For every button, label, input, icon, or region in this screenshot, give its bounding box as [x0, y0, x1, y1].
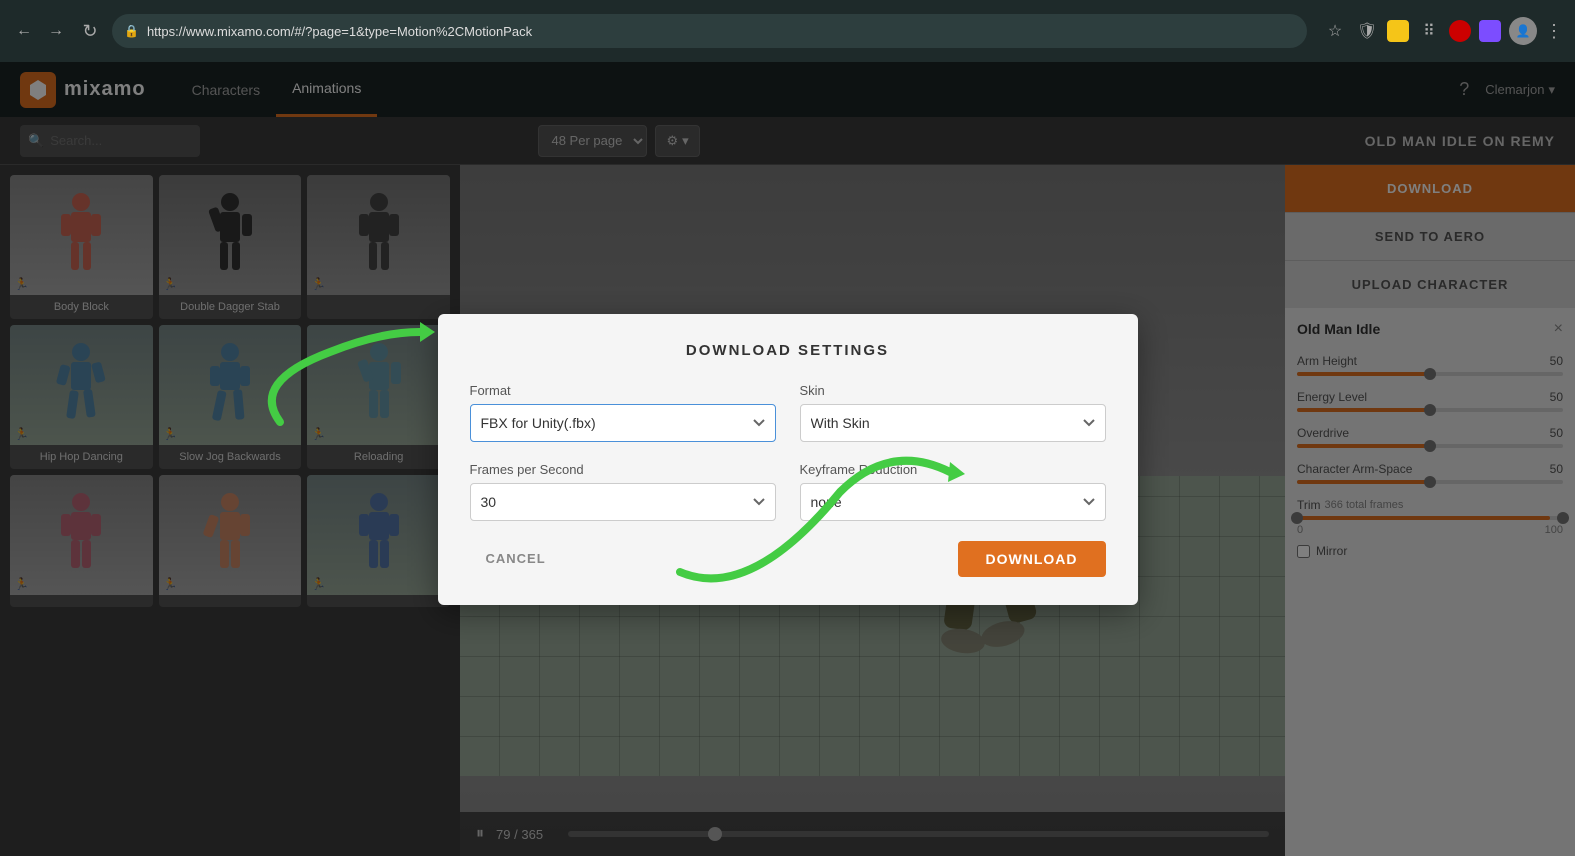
user-avatar[interactable]: 👤 — [1509, 17, 1537, 45]
cancel-button[interactable]: CANCEL — [470, 541, 562, 576]
fps-select[interactable]: 30 24 60 — [470, 483, 776, 521]
extensions-icon[interactable]: ⠿ — [1417, 19, 1441, 43]
browser-chrome: ← → ↻ 🔒 https://www.mixamo.com/#/?page=1… — [0, 0, 1575, 62]
modal-title: DOWNLOAD SETTINGS — [470, 342, 1106, 359]
forward-icon[interactable]: → — [44, 19, 68, 43]
skin-field: Skin With Skin Without Skin — [800, 383, 1106, 442]
star-icon[interactable]: ☆ — [1323, 19, 1347, 43]
browser-actions: ☆ 🛡 ⠿ 👤 ⋮ — [1323, 17, 1563, 45]
extension-icon-red[interactable] — [1449, 20, 1471, 42]
modal-download-button[interactable]: DOWNLOAD — [958, 541, 1106, 577]
extension-icon-purple[interactable] — [1479, 20, 1501, 42]
keyframe-label: Keyframe Reduction — [800, 462, 1106, 477]
secure-icon: 🔒 — [124, 24, 139, 38]
keyframe-select[interactable]: none uniform adaptive — [800, 483, 1106, 521]
modal-footer: CANCEL DOWNLOAD — [470, 541, 1106, 577]
modal-row-2: Frames per Second 30 24 60 Keyframe Redu… — [470, 462, 1106, 521]
url-bar[interactable]: 🔒 https://www.mixamo.com/#/?page=1&type=… — [112, 14, 1307, 48]
format-field: Format FBX for Unity(.fbx) FBX(.fbx) Col… — [470, 383, 776, 442]
browser-menu-icon[interactable]: ⋮ — [1545, 21, 1563, 42]
extension-icon-yellow[interactable] — [1387, 20, 1409, 42]
fps-field: Frames per Second 30 24 60 — [470, 462, 776, 521]
modal-row-1: Format FBX for Unity(.fbx) FBX(.fbx) Col… — [470, 383, 1106, 442]
fps-label: Frames per Second — [470, 462, 776, 477]
skin-select[interactable]: With Skin Without Skin — [800, 404, 1106, 442]
keyframe-field: Keyframe Reduction none uniform adaptive — [800, 462, 1106, 521]
format-label: Format — [470, 383, 776, 398]
shield-icon[interactable]: 🛡 — [1355, 19, 1379, 43]
back-icon[interactable]: ← — [12, 19, 36, 43]
refresh-icon[interactable]: ↻ — [76, 21, 104, 42]
download-settings-modal: DOWNLOAD SETTINGS Format FBX for Unity(.… — [438, 314, 1138, 605]
url-text: https://www.mixamo.com/#/?page=1&type=Mo… — [147, 24, 532, 39]
modal-overlay[interactable]: DOWNLOAD SETTINGS Format FBX for Unity(.… — [0, 62, 1575, 856]
skin-label: Skin — [800, 383, 1106, 398]
format-select[interactable]: FBX for Unity(.fbx) FBX(.fbx) Collada(.d… — [470, 404, 776, 442]
